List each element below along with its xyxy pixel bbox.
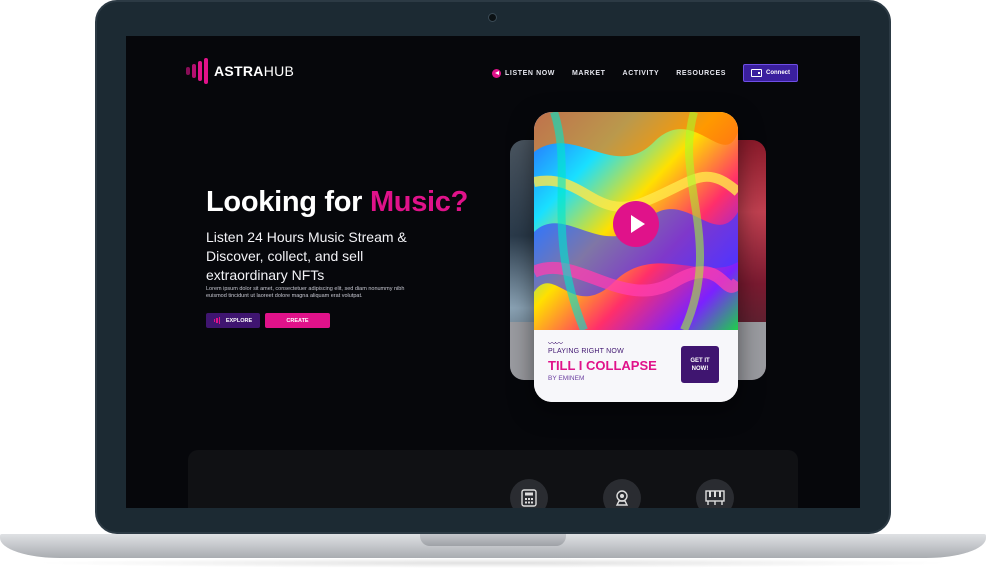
webcam bbox=[488, 13, 497, 22]
hero-description: Lorem ipsum dolor sit amet, consectetuer… bbox=[206, 286, 405, 299]
logo-bars-icon bbox=[186, 58, 208, 84]
nav-activity[interactable]: ACTIVITY bbox=[623, 70, 660, 77]
website-screen: ASTRAHUB LISTEN NOW MARKET ACTIVITY RESO… bbox=[126, 36, 860, 508]
play-button[interactable] bbox=[613, 201, 659, 247]
laptop-notch bbox=[420, 534, 566, 546]
hero-subtitle: Listen 24 Hours Music Stream & Discover,… bbox=[206, 229, 407, 283]
explore-button[interactable]: EXPLORE bbox=[206, 313, 260, 328]
equalizer-icon bbox=[213, 317, 221, 324]
speaker-icon bbox=[492, 68, 502, 78]
nav-listen-now[interactable]: LISTEN NOW bbox=[492, 68, 555, 78]
hero-title: Looking for Music? bbox=[206, 186, 469, 218]
connect-button[interactable]: Connect bbox=[743, 64, 798, 82]
laptop-shadow bbox=[30, 558, 956, 568]
logo[interactable]: ASTRAHUB bbox=[186, 58, 294, 84]
track-info: 〰〰 PLAYING RIGHT NOW TILL I COLLAPSE BY … bbox=[534, 330, 738, 402]
song-title: TILL I COLLAPSE bbox=[548, 358, 657, 373]
wallet-icon bbox=[751, 69, 762, 77]
playing-label: PLAYING RIGHT NOW bbox=[548, 348, 624, 355]
now-playing-card: 〰〰 PLAYING RIGHT NOW TILL I COLLAPSE BY … bbox=[534, 112, 738, 402]
get-it-now-button[interactable]: GET IT NOW! bbox=[681, 346, 719, 383]
main-nav: LISTEN NOW MARKET ACTIVITY RESOURCES Con… bbox=[492, 64, 798, 82]
artist-name: BY EMINEM bbox=[548, 375, 585, 382]
create-button[interactable]: CREATE bbox=[265, 313, 330, 328]
nav-resources[interactable]: RESOURCES bbox=[676, 70, 726, 77]
nav-market[interactable]: MARKET bbox=[572, 70, 606, 77]
logo-text: ASTRAHUB bbox=[214, 63, 295, 79]
